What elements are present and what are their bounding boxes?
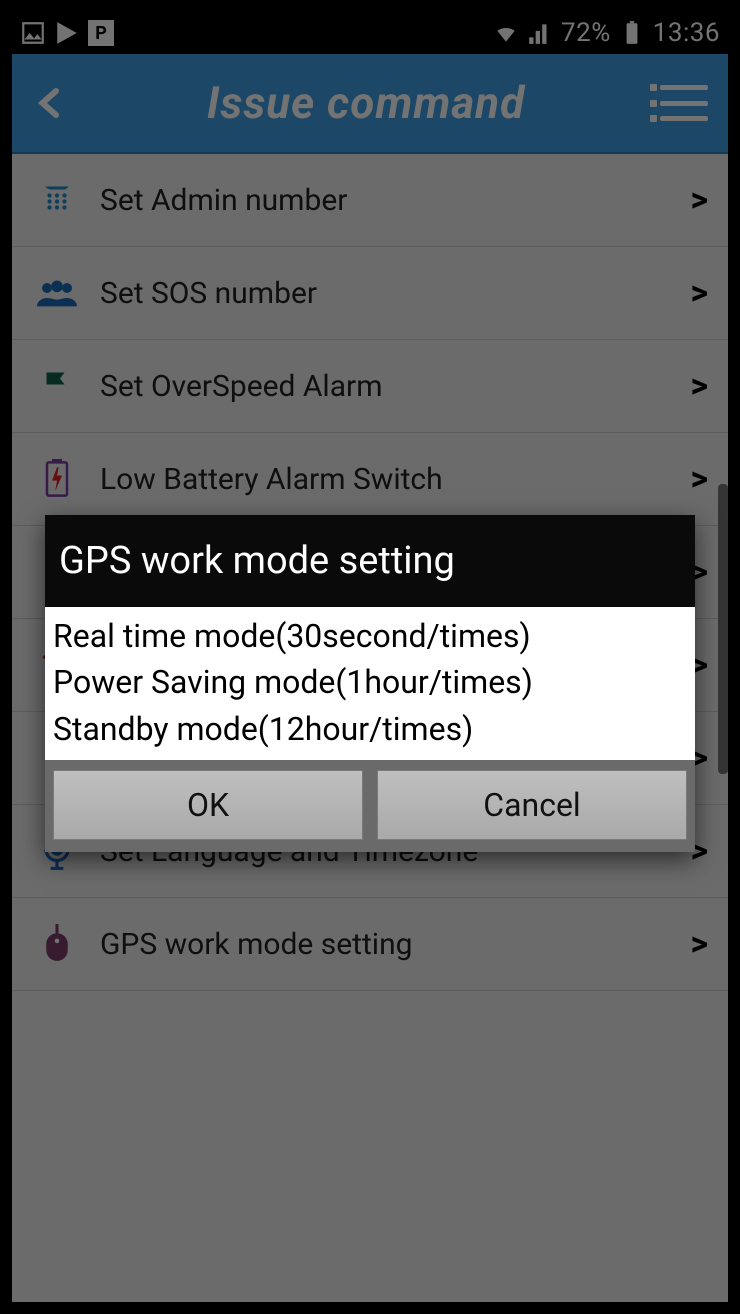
dialog-title: GPS work mode setting (45, 515, 695, 607)
modal-overlay: GPS work mode setting Real time mode(30s… (12, 12, 728, 1302)
dialog-option-powersaving[interactable]: Power Saving mode(1hour/times) (53, 659, 687, 705)
dialog-option-realtime[interactable]: Real time mode(30second/times) (53, 613, 687, 659)
dialog-body: Real time mode(30second/times) Power Sav… (45, 607, 695, 760)
ok-button[interactable]: OK (53, 770, 363, 840)
gps-mode-dialog: GPS work mode setting Real time mode(30s… (45, 515, 695, 852)
cancel-button[interactable]: Cancel (377, 770, 687, 840)
dialog-option-standby[interactable]: Standby mode(12hour/times) (53, 706, 687, 752)
